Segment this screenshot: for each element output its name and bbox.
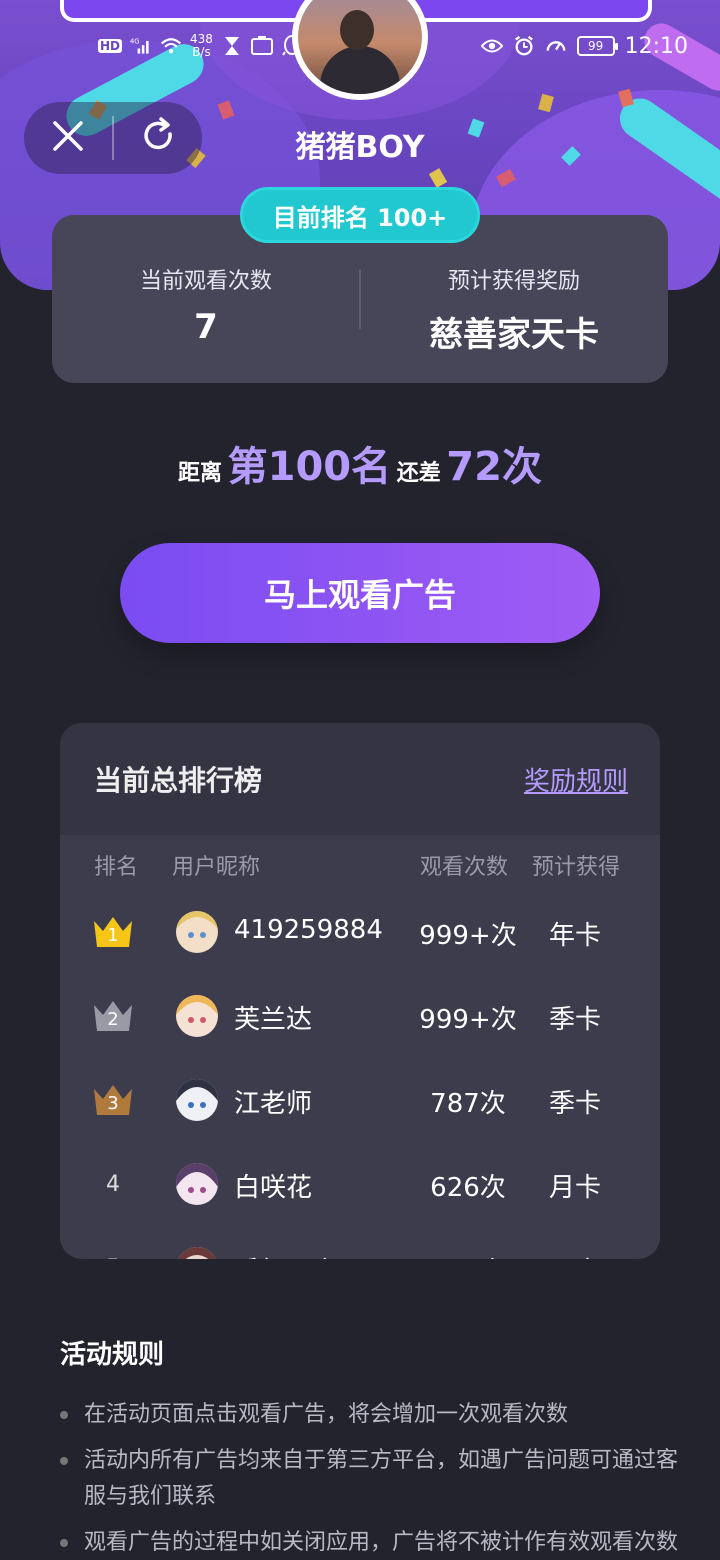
expected-reward: 季卡 — [548, 1089, 601, 1119]
distance-middle: 还差 — [396, 461, 441, 486]
user-name: 419259884 — [234, 915, 383, 945]
rank-number: 4 — [106, 1171, 120, 1197]
expected-reward: 年卡 — [548, 921, 601, 951]
distance-remaining: 72次 — [446, 444, 542, 490]
rank-crown-bronze: 3 — [92, 1079, 134, 1121]
eye-icon — [480, 35, 503, 57]
view-count: 626次 — [430, 1173, 506, 1203]
leaderboard-header: 当前总排行榜 奖励规则 — [60, 723, 660, 835]
reward-label: 预计获得奖励 — [447, 269, 580, 294]
rules-title: 活动规则 — [60, 1340, 165, 1370]
wifi-icon — [160, 35, 182, 57]
reward-rules-link[interactable]: 奖励规则 — [524, 761, 628, 798]
rules-list: 在活动页面点击观看广告，将会增加一次观看次数 活动内所有广告均来自于第三方平台，… — [60, 1397, 680, 1560]
views-stat: 当前观看次数 7 — [52, 263, 360, 347]
username: 猪猪BOY — [295, 130, 425, 165]
views-value: 7 — [194, 307, 218, 347]
column-rank: 排名 — [94, 855, 139, 880]
distance-to-target: 距离 第100名 还差 72次 — [0, 434, 720, 492]
avatar — [176, 1247, 218, 1259]
svg-text:4G: 4G — [130, 37, 140, 45]
column-nickname: 用户昵称 — [172, 855, 261, 880]
column-views: 观看次数 — [420, 855, 509, 880]
reward-value: 慈善家天卡 — [429, 315, 599, 355]
leaderboard: 当前总排行榜 奖励规则 排名 用户昵称 观看次数 预计获得 1 41925988… — [60, 723, 660, 1259]
rule-item: 活动内所有广告均来自于第三方平台，如遇广告问题可通过客服与我们联系 — [60, 1443, 680, 1515]
user-name: 手机用户97 — [234, 1251, 371, 1259]
view-count: 999+次 — [419, 1005, 517, 1035]
table-row[interactable]: 2 芙兰达 999+次 季卡 — [60, 975, 660, 1059]
user-name: 白咲花 — [234, 1173, 313, 1203]
table-row[interactable]: 5 手机用户97 621次 月卡 — [60, 1227, 660, 1259]
signal-icon: 4G — [130, 35, 152, 57]
view-count: 787次 — [430, 1089, 506, 1119]
user-name: 芙兰达 — [234, 1005, 313, 1035]
rank-crown-silver: 2 — [92, 995, 134, 1037]
avatar-photo — [298, 0, 422, 94]
avatar — [176, 1079, 218, 1121]
user-name: 江老师 — [234, 1089, 313, 1119]
distance-target: 第100名 — [227, 444, 392, 490]
speedometer-icon — [545, 35, 567, 57]
views-label: 当前观看次数 — [139, 269, 272, 294]
view-count: 999+次 — [419, 921, 517, 951]
view-count: 621次 — [404, 1251, 532, 1259]
hd-badge: HD — [98, 39, 123, 53]
activity-rules: 活动规则 在活动页面点击观看广告，将会增加一次观看次数 活动内所有广告均来自于第… — [60, 1334, 680, 1560]
leaderboard-title: 当前总排行榜 — [94, 764, 263, 797]
expected-reward: 月卡 — [530, 1251, 620, 1259]
expected-reward: 季卡 — [548, 1005, 601, 1035]
hourglass-icon — [221, 35, 243, 57]
current-rank-badge: 目前排名 100+ — [240, 187, 480, 243]
table-row[interactable]: 3 江老师 787次 季卡 — [60, 1059, 660, 1143]
avatar — [176, 911, 218, 953]
avatar — [176, 995, 218, 1037]
leaderboard-columns: 排名 用户昵称 观看次数 预计获得 — [60, 835, 660, 891]
huawei-app-icon — [250, 35, 273, 57]
distance-prefix: 距离 — [178, 461, 223, 486]
avatar — [176, 1163, 218, 1205]
column-reward: 预计获得 — [532, 855, 621, 880]
alarm-icon — [513, 35, 535, 57]
table-row[interactable]: 1 419259884 999+次 年卡 — [60, 891, 660, 975]
reward-stat: 预计获得奖励 慈善家天卡 — [360, 263, 668, 356]
clock: 12:10 — [624, 33, 688, 59]
network-speed: 438 B/s — [190, 32, 213, 59]
rank-number: 5 — [92, 1247, 134, 1260]
table-row[interactable]: 4 白咲花 626次 月卡 — [60, 1143, 660, 1227]
expected-reward: 月卡 — [548, 1173, 601, 1203]
rank-crown-gold: 1 — [92, 911, 134, 953]
battery-indicator: 99 — [576, 36, 618, 56]
rule-item: 在活动页面点击观看广告，将会增加一次观看次数 — [60, 1397, 680, 1433]
rule-item: 观看广告的过程中如关闭应用，广告将不被计作有效观看次数 — [60, 1525, 680, 1560]
watch-ad-button[interactable]: 马上观看广告 — [120, 543, 600, 643]
